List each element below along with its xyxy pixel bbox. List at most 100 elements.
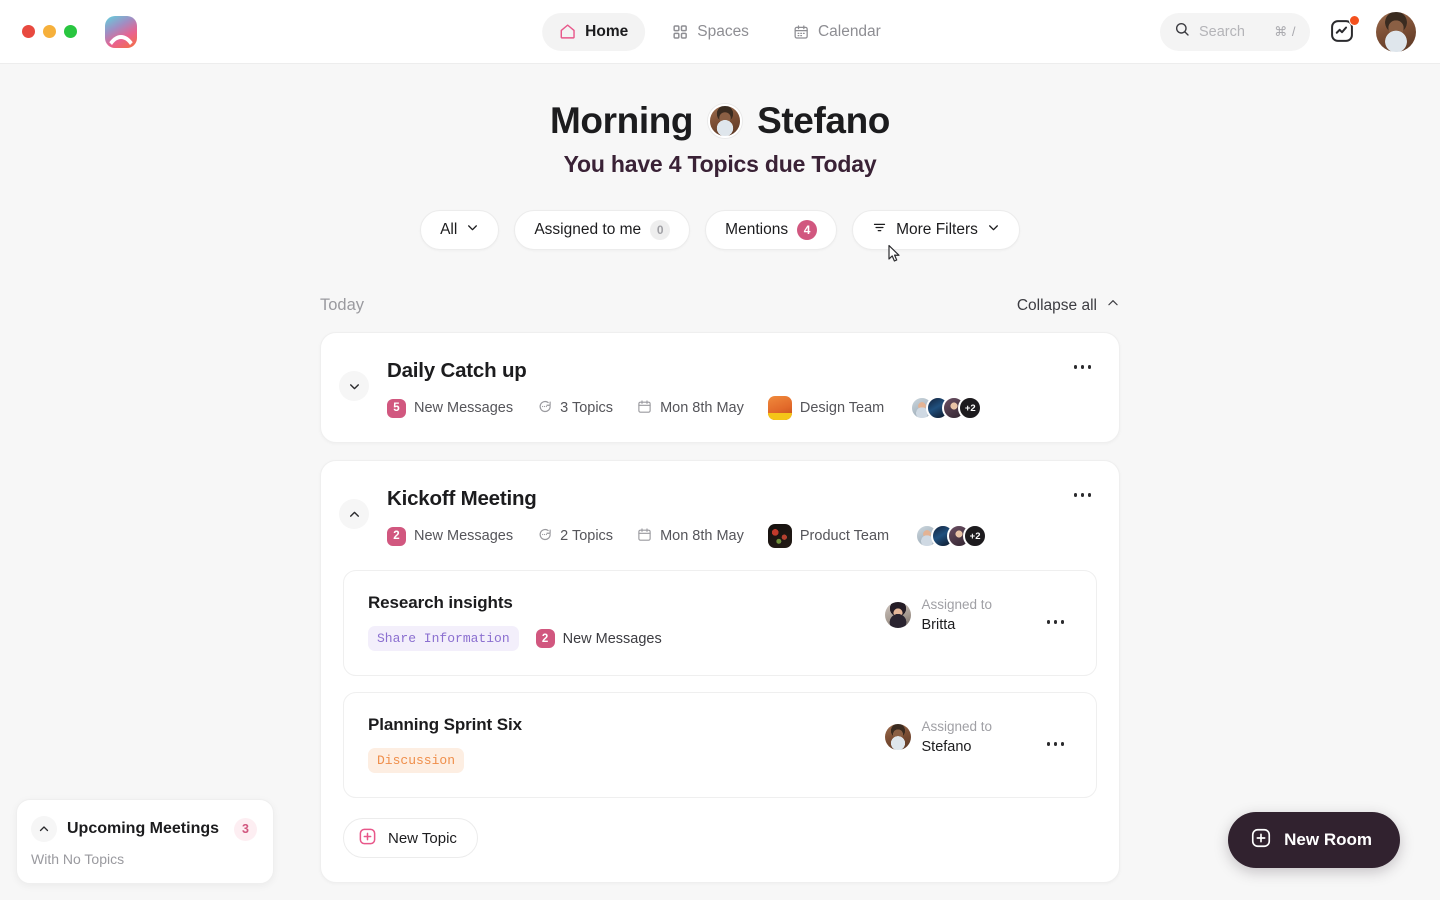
team-meta: Product Team [768,524,889,548]
avatar [885,724,911,750]
nav-label-spaces: Spaces [697,23,749,41]
card-meta-row: 5 New Messages 3 Topics Mon 8th May [387,396,1091,420]
zoom-window-button[interactable] [64,25,77,38]
chevron-down-icon [466,221,479,239]
topics-meta: 2 Topics [537,527,613,546]
filter-assigned-count: 0 [650,220,670,240]
main-navigation: Home Spaces Calendar [542,13,898,51]
nav-item-calendar[interactable]: Calendar [776,13,898,51]
chevron-down-icon [348,380,361,393]
upcoming-meetings-subtitle: With No Topics [31,851,257,867]
filter-bar: All Assigned to me 0 Mentions 4 More Fil… [0,210,1440,250]
member-avatar-stack[interactable]: +2 [910,396,982,420]
new-room-label: New Room [1284,830,1372,850]
content-wrap: Today Collapse all Daily Catch up 5 New … [320,296,1120,883]
new-topic-button[interactable]: New Topic [343,818,478,858]
greeting-avatar [708,104,742,138]
topic-assignee[interactable]: Assigned to Stefano [885,717,1035,758]
topics-meta: 3 Topics [537,399,613,418]
nav-label-calendar: Calendar [818,23,881,41]
new-messages-meta: 2 New Messages [387,527,513,546]
filter-all[interactable]: All [420,210,499,250]
assignee-name: Britta [922,615,993,636]
chevron-up-icon [348,508,361,521]
grid-icon [672,24,688,40]
chevron-down-icon [987,221,1000,239]
filter-mentions-label: Mentions [725,221,788,239]
card-header: Kickoff Meeting 2 New Messages 2 Topics [321,461,1119,570]
app-logo[interactable] [105,16,137,48]
topic-new-messages: 2 New Messages [536,629,662,648]
card-options-button[interactable] [1068,487,1098,503]
design-team-icon [768,396,792,420]
upcoming-meetings-panel[interactable]: Upcoming Meetings 3 With No Topics [16,799,274,884]
product-team-icon [768,524,792,548]
section-header: Today Collapse all [320,296,1120,315]
greeting-subtitle: You have 4 Topics due Today [0,151,1440,178]
card-options-button[interactable] [1068,359,1098,375]
search-box[interactable]: ⌘ / [1160,13,1310,51]
new-messages-meta: 5 New Messages [387,399,513,418]
topic-meta: Discussion [368,748,885,773]
avatar [885,602,911,628]
new-topic-row: New Topic [321,814,1119,882]
calendar-icon [637,399,652,418]
search-shortcut-hint: ⌘ / [1274,24,1296,40]
topic-options-button[interactable] [1041,736,1071,752]
card-title: Daily Catch up [387,359,1091,383]
minimize-window-button[interactable] [43,25,56,38]
upcoming-meetings-count: 3 [234,818,257,841]
filter-more-filters[interactable]: More Filters [852,210,1020,250]
new-topic-label: New Topic [388,830,457,847]
topic-row-planning-sprint-six[interactable]: Planning Sprint Six Discussion Assigned … [343,692,1097,798]
expand-toggle-button[interactable] [339,499,369,529]
topic-options-button[interactable] [1041,614,1071,630]
collapse-all-button[interactable]: Collapse all [1017,296,1120,315]
new-messages-count: 2 [536,629,555,648]
expand-toggle-button[interactable] [339,371,369,401]
topic-assignee[interactable]: Assigned to Britta [885,595,1035,636]
home-icon [559,23,576,40]
filter-assigned-label: Assigned to me [534,221,641,239]
calendar-icon [637,527,652,546]
topic-row-research-insights[interactable]: Research insights Share Information 2 Ne… [343,570,1097,676]
chevron-up-icon [1106,296,1120,315]
activity-icon [1328,32,1356,49]
search-input[interactable] [1199,24,1261,40]
close-window-button[interactable] [22,25,35,38]
new-messages-label: New Messages [414,528,513,544]
comment-icon [537,527,552,546]
upcoming-meetings-title: Upcoming Meetings [67,820,219,838]
new-messages-count: 2 [387,527,406,546]
notifications-button[interactable] [1328,17,1358,47]
nav-item-spaces[interactable]: Spaces [655,13,766,51]
assigned-to-label: Assigned to [922,717,993,737]
assignee-name: Stefano [922,737,993,758]
card-title: Kickoff Meeting [387,487,1091,511]
plus-square-icon [1250,827,1272,854]
topic-title: Planning Sprint Six [368,715,885,735]
nav-label-home: Home [585,23,628,41]
room-card-kickoff-meeting[interactable]: Kickoff Meeting 2 New Messages 2 Topics [320,460,1120,883]
filter-mentions[interactable]: Mentions 4 [705,210,837,250]
nav-item-home[interactable]: Home [542,13,645,51]
date-meta: Mon 8th May [637,527,744,546]
plus-square-icon [358,827,377,850]
user-avatar[interactable] [1376,12,1416,52]
room-card-daily-catch-up[interactable]: Daily Catch up 5 New Messages 3 Topics [320,332,1120,443]
avatar-overflow-count: +2 [963,524,987,548]
assigned-to-label: Assigned to [922,595,993,615]
new-messages-label: New Messages [414,400,513,416]
notification-unread-dot [1349,15,1360,26]
filter-all-label: All [440,221,457,239]
member-avatar-stack[interactable]: +2 [915,524,987,548]
top-bar: Home Spaces Calendar ⌘ / [0,0,1440,64]
filter-assigned-to-me[interactable]: Assigned to me 0 [514,210,690,250]
page-body: Morning Stefano You have 4 Topics due To… [0,64,1440,900]
new-room-button[interactable]: New Room [1228,812,1400,868]
top-bar-actions: ⌘ / [1160,12,1416,52]
comment-icon [537,399,552,418]
upcoming-collapse-toggle[interactable] [31,816,57,842]
card-meta-row: 2 New Messages 2 Topics Mon 8th May [387,524,1091,548]
greeting-name: Stefano [757,100,890,142]
